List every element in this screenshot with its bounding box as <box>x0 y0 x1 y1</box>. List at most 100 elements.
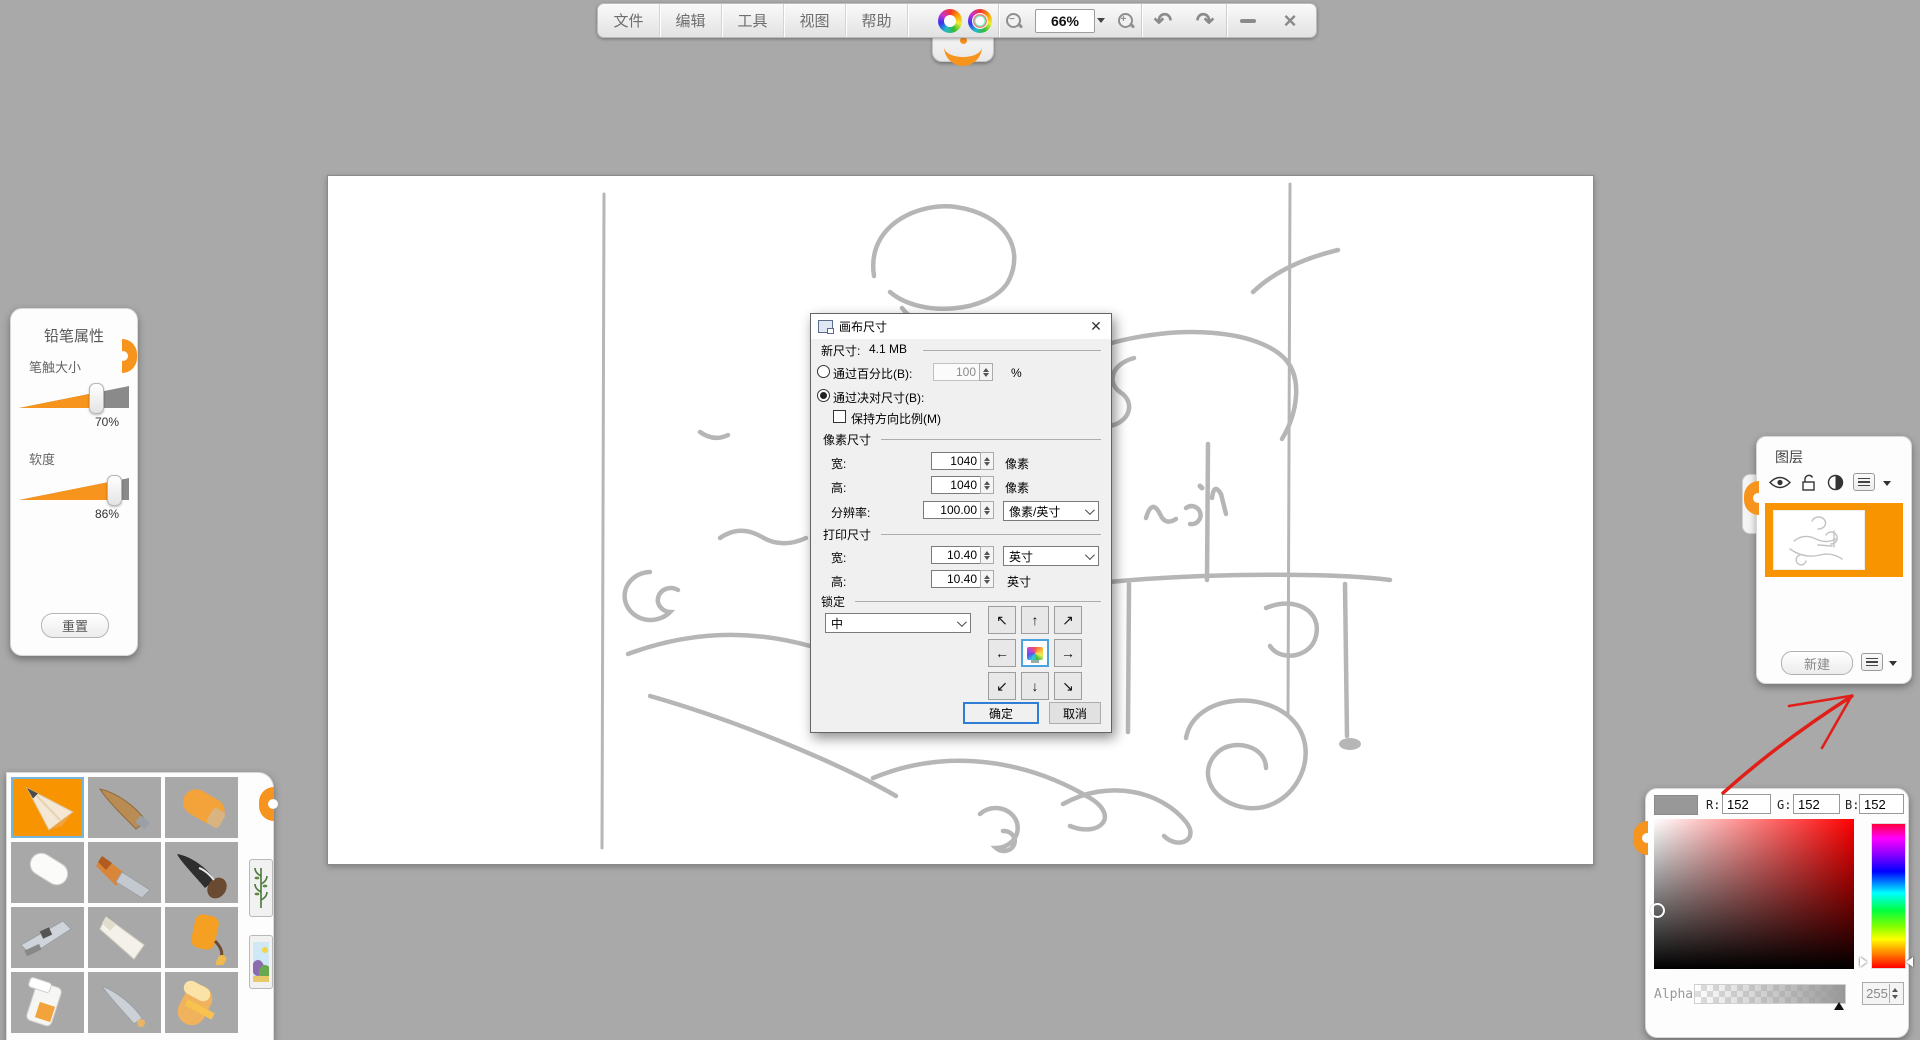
wooden-brush-icon <box>92 781 158 835</box>
anchor-bottom-right-button[interactable]: ↘ <box>1054 672 1082 700</box>
redo-button[interactable]: ↷ <box>1184 4 1226 37</box>
anchor-bottom-button[interactable]: ↓ <box>1021 672 1049 700</box>
softness-slider[interactable] <box>19 475 129 505</box>
alpha-slider[interactable] <box>1694 984 1846 1004</box>
tool-paint-roller[interactable] <box>165 907 238 968</box>
brush-size-handle[interactable] <box>89 383 104 414</box>
print-width-field[interactable] <box>931 546 981 564</box>
tool-eraser[interactable] <box>11 842 84 903</box>
app-window: 文件 编辑 工具 视图 帮助 − 66% + ↶ ↷ × 铅笔属性 <box>0 0 1920 1040</box>
close-app-button[interactable]: × <box>1269 4 1311 37</box>
hue-marker-right-icon[interactable] <box>1906 957 1913 967</box>
width-field[interactable] <box>931 452 981 470</box>
hue-slider[interactable] <box>1871 823 1906 969</box>
alpha-slider-marker[interactable] <box>1834 1002 1844 1010</box>
rainbow-logo-2-icon[interactable] <box>968 9 992 33</box>
anchor-right-button[interactable]: → <box>1054 639 1082 667</box>
zoom-level-value[interactable]: 66% <box>1035 9 1095 33</box>
saturation-value-picker[interactable] <box>1654 819 1854 969</box>
layer-item-selected[interactable] <box>1765 503 1903 577</box>
plant-icon <box>253 866 269 910</box>
absolute-radio[interactable] <box>817 389 830 402</box>
red-field[interactable] <box>1722 794 1771 814</box>
print-width-spinner[interactable] <box>980 546 994 564</box>
softness-handle[interactable] <box>107 475 122 506</box>
logo-group <box>932 4 998 37</box>
percent-field[interactable] <box>933 363 980 381</box>
zoom-dropdown-caret-icon[interactable] <box>1097 18 1105 23</box>
layer-list-caret-icon[interactable] <box>1889 661 1897 666</box>
layer-options-caret-icon[interactable] <box>1883 481 1891 486</box>
tool-flat-brush[interactable] <box>88 842 161 903</box>
percent-spinner[interactable] <box>979 363 993 381</box>
print-height-spinner[interactable] <box>980 570 994 588</box>
arrow-left-icon: ← <box>995 645 1009 661</box>
blue-field[interactable] <box>1859 794 1904 814</box>
rainbow-logo-1-icon[interactable] <box>938 9 962 33</box>
tool-paper-stump[interactable] <box>88 907 161 968</box>
sv-picker-marker[interactable] <box>1650 903 1665 918</box>
resolution-spinner[interactable] <box>980 501 994 519</box>
tool-orange-crayon[interactable] <box>165 972 238 1033</box>
dialog-title-bar[interactable]: 画布尺寸 ✕ <box>811 314 1111 339</box>
new-size-value: 4.1 MB <box>869 342 907 356</box>
alpha-spinner[interactable]: 255 <box>1862 982 1904 1005</box>
anchor-left-button[interactable]: ← <box>988 639 1016 667</box>
print-width-label: 宽: <box>831 549 846 566</box>
anchor-top-left-button[interactable]: ↖ <box>988 606 1016 634</box>
percent-radio[interactable] <box>817 365 830 378</box>
ok-button[interactable]: 确定 <box>963 702 1039 724</box>
plant-sample-button[interactable] <box>249 859 273 917</box>
new-layer-button[interactable]: 新建 <box>1781 651 1853 675</box>
width-spinner[interactable] <box>980 452 994 470</box>
anchor-top-button[interactable]: ↑ <box>1021 606 1049 634</box>
zoom-out-button[interactable]: − <box>999 4 1029 37</box>
tool-ink-brush[interactable] <box>165 842 238 903</box>
tool-pencil[interactable] <box>11 777 84 838</box>
tool-crayon[interactable] <box>165 777 238 838</box>
print-width-unit-select[interactable]: 英寸 <box>1003 546 1099 566</box>
lock-anchor-select[interactable]: 中 <box>825 613 971 633</box>
keep-ratio-checkbox[interactable] <box>833 410 846 423</box>
layer-visibility-button[interactable] <box>1769 475 1791 495</box>
layer-blend-button[interactable] <box>1827 474 1844 496</box>
zoom-in-button[interactable]: + <box>1111 4 1141 37</box>
layer-options-button[interactable] <box>1853 473 1875 491</box>
undo-button[interactable]: ↶ <box>1142 4 1184 37</box>
resolution-field[interactable] <box>923 501 981 519</box>
dialog-close-button[interactable]: ✕ <box>1081 318 1111 335</box>
dialog-title: 画布尺寸 <box>839 318 887 335</box>
menu-help[interactable]: 帮助 <box>846 4 908 37</box>
panel-collapse-handle[interactable] <box>259 787 274 821</box>
reset-button[interactable]: 重置 <box>41 613 109 638</box>
menu-view[interactable]: 视图 <box>784 4 846 37</box>
height-field[interactable] <box>931 476 981 494</box>
brush-size-slider[interactable] <box>19 383 129 413</box>
panel-collapse-handle[interactable] <box>1633 821 1648 855</box>
brush-size-value: 70% <box>95 415 119 429</box>
tool-metal-pen[interactable] <box>88 972 161 1033</box>
tool-wooden-brush[interactable] <box>88 777 161 838</box>
canvas-size-dialog: 画布尺寸 ✕ 新尺寸: 4.1 MB 通过百分比(B): % 通过决对尺寸(B)… <box>810 313 1112 733</box>
tool-glue-stick[interactable] <box>11 972 84 1033</box>
menu-edit[interactable]: 编辑 <box>660 4 722 37</box>
toolbar-drag-handle[interactable] <box>932 34 994 62</box>
alpha-spin-buttons[interactable] <box>1889 984 1902 1003</box>
menu-file[interactable]: 文件 <box>598 4 660 37</box>
menu-tools[interactable]: 工具 <box>722 4 784 37</box>
tool-palette-panel <box>6 772 274 1040</box>
anchor-top-right-button[interactable]: ↗ <box>1054 606 1082 634</box>
cancel-button[interactable]: 取消 <box>1049 702 1101 724</box>
anchor-center-button[interactable] <box>1021 639 1049 667</box>
hue-marker-left-icon[interactable] <box>1860 957 1867 967</box>
green-field[interactable] <box>1793 794 1840 814</box>
height-spinner[interactable] <box>980 476 994 494</box>
minimize-button[interactable] <box>1227 4 1269 37</box>
layer-lock-button[interactable] <box>1801 474 1817 496</box>
resolution-unit-select[interactable]: 像素/英寸 <box>1003 501 1099 521</box>
artwork-sample-button[interactable] <box>249 935 273 989</box>
layer-list-menu-button[interactable] <box>1861 653 1883 671</box>
anchor-bottom-left-button[interactable]: ↙ <box>988 672 1016 700</box>
print-height-field[interactable] <box>931 570 981 588</box>
tool-airbrush[interactable] <box>11 907 84 968</box>
